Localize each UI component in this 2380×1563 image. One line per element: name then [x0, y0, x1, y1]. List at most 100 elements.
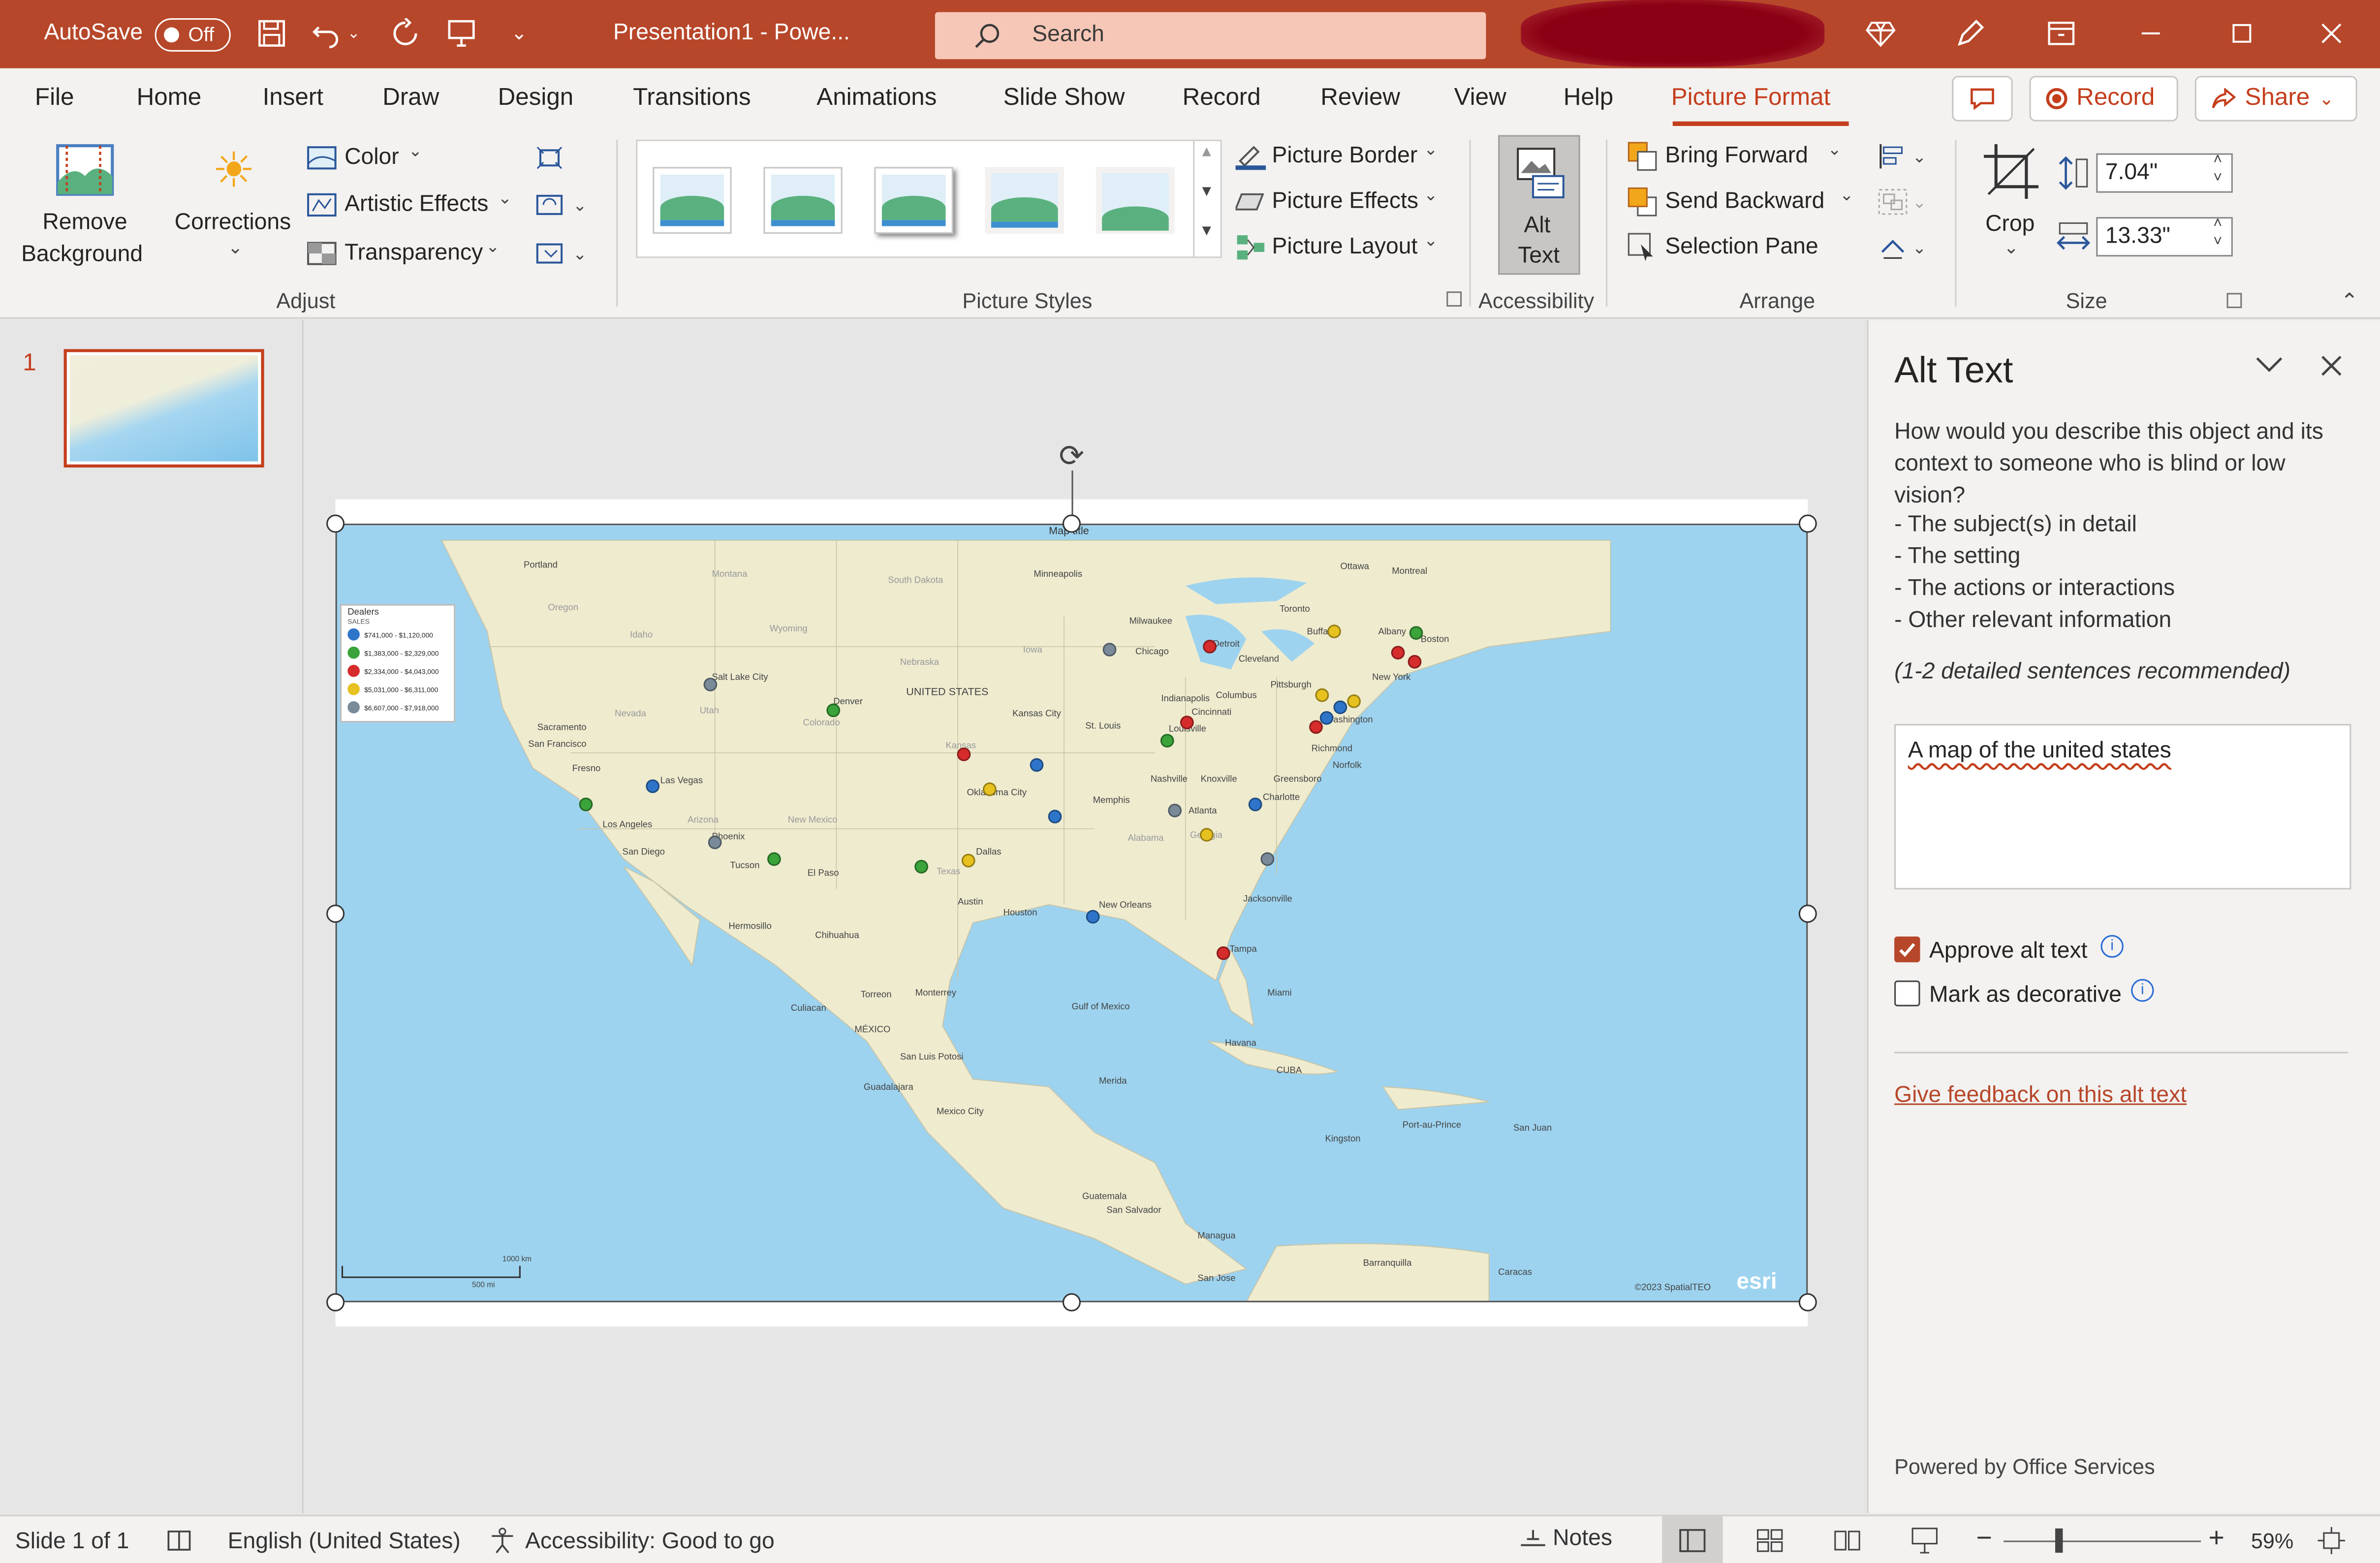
dealer-pin-red[interactable]: [1180, 716, 1194, 729]
picture-style-5[interactable]: [1096, 167, 1175, 234]
rotation-handle-icon[interactable]: ⟳: [1050, 437, 1093, 476]
tab-insert[interactable]: Insert: [263, 85, 323, 113]
reset-picture-icon[interactable]: ⌄: [534, 238, 589, 269]
tab-help[interactable]: Help: [1564, 85, 1613, 113]
dealer-pin-gray[interactable]: [1260, 852, 1275, 866]
dealer-pin-green[interactable]: [579, 797, 593, 812]
resize-handle-e[interactable]: [1798, 905, 1817, 923]
tab-design[interactable]: Design: [498, 85, 574, 113]
tab-slide-show[interactable]: Slide Show: [1003, 85, 1125, 113]
redo-icon[interactable]: [387, 15, 423, 52]
search-box[interactable]: Search: [935, 12, 1486, 60]
dealer-pin-red[interactable]: [1203, 639, 1217, 654]
pen-icon[interactable]: [1952, 15, 1988, 52]
undo-icon[interactable]: [308, 15, 344, 52]
diamond-icon[interactable]: [1862, 15, 1899, 52]
dealer-pin-blue[interactable]: [1030, 758, 1044, 772]
bring-forward-button[interactable]: Bring Forward ⌄: [1627, 141, 1855, 175]
info-icon[interactable]: i: [2131, 979, 2154, 1002]
remove-background-button[interactable]: Remove Background: [12, 140, 155, 277]
dealer-pin-yellow[interactable]: [1315, 688, 1329, 702]
maximize-icon[interactable]: [2223, 15, 2260, 52]
zoom-in-icon[interactable]: +: [2209, 1522, 2224, 1554]
dealer-pin-yellow[interactable]: [1327, 625, 1341, 638]
customize-icon[interactable]: ⌄: [501, 15, 537, 52]
dealer-pin-red[interactable]: [1408, 655, 1422, 669]
width-spin-down-icon[interactable]: ˅: [2213, 234, 2222, 250]
tab-view[interactable]: View: [1454, 85, 1506, 113]
resize-handle-s[interactable]: [1062, 1293, 1081, 1312]
transparency-button[interactable]: Transparency ⌄: [307, 238, 534, 272]
selection-pane-button[interactable]: Selection Pane: [1627, 232, 1855, 266]
send-backward-button[interactable]: Send Backward ⌄: [1627, 187, 1862, 220]
align-icon[interactable]: ⌄: [1875, 140, 1929, 173]
approve-alt-text-label[interactable]: Approve alt text: [1929, 938, 2087, 964]
resize-handle-se[interactable]: [1798, 1293, 1817, 1312]
zoom-slider-thumb[interactable]: [2055, 1528, 2063, 1553]
dealer-pin-blue[interactable]: [1248, 797, 1262, 812]
dealer-pin-green[interactable]: [914, 860, 928, 874]
zoom-out-icon[interactable]: −: [1976, 1522, 1992, 1554]
tab-file[interactable]: File: [35, 85, 74, 113]
picture-styles-launcher-icon[interactable]: [1446, 291, 1462, 307]
tab-animations[interactable]: Animations: [816, 85, 937, 113]
minimize-icon[interactable]: [2132, 15, 2169, 52]
close-icon[interactable]: [2313, 15, 2349, 52]
tab-picture-format[interactable]: Picture Format: [1671, 85, 1831, 113]
height-spin-up-icon[interactable]: ˄: [2213, 152, 2222, 168]
ribbon-display-icon[interactable]: [2043, 15, 2079, 52]
slideshow-view-icon[interactable]: [1911, 1527, 1939, 1562]
compress-pictures-icon[interactable]: [534, 143, 565, 173]
slide-sorter-icon[interactable]: [1756, 1529, 1784, 1561]
gallery-more-icon[interactable]: ▼: [1199, 223, 1215, 240]
mark-decorative-checkbox[interactable]: [1894, 980, 1920, 1006]
picture-style-4[interactable]: [985, 167, 1065, 234]
approve-alt-text-checkbox[interactable]: [1894, 936, 1920, 963]
reading-view-icon[interactable]: [1834, 1529, 1861, 1561]
dealer-pin-blue[interactable]: [1333, 700, 1347, 715]
corrections-button[interactable]: ☀ Corrections ⌄: [167, 140, 304, 277]
change-picture-icon[interactable]: ⌄: [534, 190, 589, 220]
rotate-icon[interactable]: ⌄: [1875, 231, 1929, 264]
comments-button[interactable]: [1952, 76, 2013, 122]
width-spin-up-icon[interactable]: ˄: [2213, 216, 2222, 232]
picture-style-2[interactable]: [763, 167, 843, 234]
dealer-pin-gray[interactable]: [708, 835, 722, 849]
height-spin-down-icon[interactable]: ˅: [2213, 170, 2222, 187]
dealer-pin-red[interactable]: [1216, 946, 1230, 960]
mark-decorative-label[interactable]: Mark as decorative: [1929, 982, 2122, 1007]
picture-effects-button[interactable]: Picture Effects ⌄: [1235, 187, 1456, 220]
tab-home[interactable]: Home: [137, 85, 202, 113]
resize-handle-ne[interactable]: [1798, 514, 1817, 533]
resize-handle-w[interactable]: [326, 905, 345, 923]
dealer-pin-yellow[interactable]: [1200, 828, 1214, 842]
tab-draw[interactable]: Draw: [382, 85, 439, 113]
picture-style-3[interactable]: [874, 167, 953, 234]
gallery-up-icon[interactable]: ▲: [1199, 144, 1215, 161]
zoom-slider-track[interactable]: [2004, 1540, 2201, 1542]
group-objects-icon[interactable]: ⌄: [1875, 185, 1929, 219]
dealer-pin-blue[interactable]: [1048, 810, 1062, 824]
share-button[interactable]: Share ⌄: [2194, 76, 2357, 122]
dealer-pin-yellow[interactable]: [961, 853, 975, 868]
accessibility-status[interactable]: Accessibility: Good to go: [525, 1529, 775, 1554]
crop-button[interactable]: Crop ⌄: [1976, 140, 2046, 277]
picture-border-button[interactable]: Picture Border ⌄: [1235, 141, 1456, 175]
tab-record[interactable]: Record: [1183, 85, 1261, 113]
dealer-pin-green[interactable]: [1409, 626, 1423, 640]
zoom-level[interactable]: 59%: [2251, 1529, 2293, 1553]
language-status[interactable]: English (United States): [228, 1529, 461, 1554]
dealer-pin-green[interactable]: [767, 852, 781, 866]
notes-button[interactable]: Notes: [1519, 1526, 1612, 1551]
record-button[interactable]: Record: [2029, 76, 2178, 122]
dealer-pin-red[interactable]: [957, 747, 971, 761]
dealer-pin-yellow[interactable]: [983, 782, 997, 796]
dealer-pin-blue[interactable]: [1086, 909, 1100, 924]
resize-handle-n[interactable]: [1062, 514, 1081, 533]
alt-text-button[interactable]: Alt Text: [1498, 135, 1580, 275]
dealer-pin-gray[interactable]: [1168, 804, 1182, 817]
height-input[interactable]: 7.04" ˄ ˅: [2096, 152, 2233, 193]
dealer-pin-yellow[interactable]: [1347, 694, 1361, 708]
dealer-pin-blue[interactable]: [1319, 711, 1334, 725]
picture-style-1[interactable]: [653, 167, 732, 234]
